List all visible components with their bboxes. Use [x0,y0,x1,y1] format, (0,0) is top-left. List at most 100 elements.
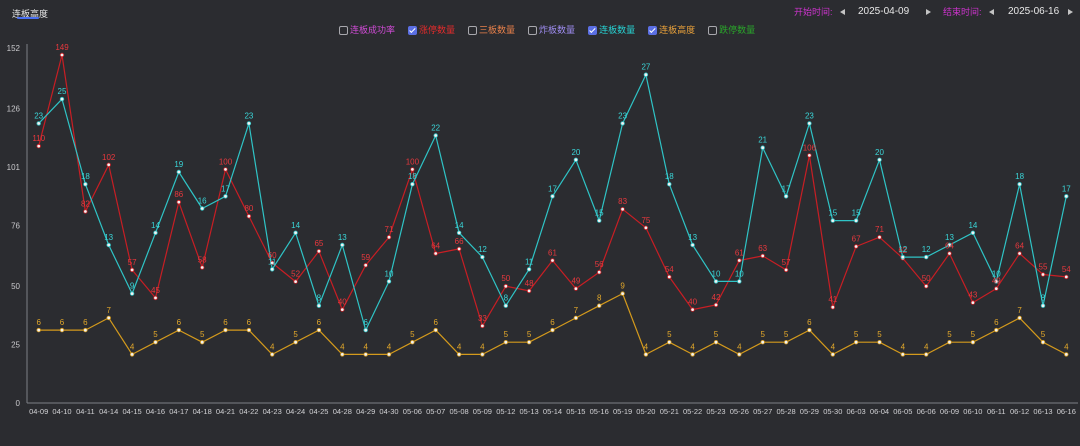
y-tick-label: 101 [7,163,21,172]
data-point [340,352,345,357]
data-label: 6 [807,318,812,327]
y-tick-label: 0 [16,399,21,408]
data-label: 5 [760,330,765,339]
data-label: 9 [130,282,135,291]
data-label: 40 [688,298,697,307]
data-point [690,307,695,312]
data-label: 14 [291,221,300,230]
data-point [900,254,905,260]
data-label: 7 [574,306,579,315]
x-tick-label: 06-05 [893,407,912,416]
data-label: 4 [130,342,135,351]
data-point [456,230,462,235]
data-point [667,274,672,280]
x-tick-label: 04-14 [99,407,118,416]
data-point [153,295,158,301]
data-point [363,327,368,333]
x-tick-label: 05-27 [753,407,772,416]
data-label: 5 [714,330,719,339]
x-tick-label: 06-16 [1057,407,1076,416]
data-point [690,352,695,357]
data-label: 71 [875,225,884,234]
data-point [386,234,392,240]
y-tick-label: 76 [11,222,20,231]
x-tick-label: 04-23 [263,407,282,416]
data-label: 4 [1064,342,1069,351]
data-point [550,258,555,263]
data-point [270,267,275,272]
data-point [36,143,41,149]
data-label: 8 [317,294,322,303]
data-label: 66 [455,237,464,246]
data-point [667,181,672,187]
data-label: 12 [478,245,487,254]
data-point [853,340,859,345]
data-point [433,133,438,138]
data-label: 71 [385,225,394,234]
data-point [783,194,789,199]
data-label: 18 [81,172,90,181]
data-point [667,340,672,345]
data-point [59,96,65,102]
data-point [994,327,999,333]
data-point [573,157,579,162]
data-label: 13 [338,233,347,242]
data-point [760,145,765,150]
x-tick-label: 04-09 [29,407,48,416]
data-point [853,218,859,223]
data-point [153,230,158,235]
data-label: 18 [408,172,417,181]
data-label: 82 [81,200,90,209]
data-point [597,303,602,308]
data-point [1064,194,1069,199]
series-lines [38,54,1067,355]
data-point [386,279,392,284]
data-label: 23 [805,111,814,120]
data-label: 17 [1062,184,1071,193]
data-point [223,194,228,199]
data-label: 8 [597,294,602,303]
data-label: 14 [151,221,160,230]
data-label: 5 [410,330,415,339]
data-point [480,323,485,329]
x-tick-label: 06-04 [870,407,889,416]
data-point [433,327,438,333]
data-label: 10 [992,269,1001,278]
data-label: 43 [968,291,977,300]
data-point [199,340,205,345]
data-label: 50 [501,274,510,283]
x-tick-label: 05-15 [566,407,585,416]
data-point [340,242,345,248]
data-label: 5 [293,330,298,339]
data-point [106,242,111,248]
data-point [830,305,835,310]
data-point [597,270,602,275]
data-label: 8 [1041,294,1046,303]
data-label: 6 [550,318,555,327]
x-tick-label: 05-07 [426,407,445,416]
x-tick-label: 04-29 [356,407,375,416]
data-label: 14 [968,221,977,230]
data-point [316,327,322,333]
data-point [293,340,298,345]
data-label: 56 [595,260,604,269]
data-label: 58 [198,256,207,265]
data-point [737,352,742,357]
data-label: 41 [828,295,837,304]
data-point [129,352,135,357]
data-label: 6 [247,318,252,327]
data-point [316,248,322,254]
data-point [386,352,392,357]
data-point [970,300,976,305]
data-label: 149 [55,43,69,52]
data-point [176,199,181,205]
data-label: 63 [758,244,767,253]
data-point [480,254,485,260]
x-tick-label: 06-03 [847,407,866,416]
data-label: 4 [340,342,345,351]
data-point [924,284,929,289]
data-point [1040,272,1046,277]
data-label: 61 [735,249,744,258]
data-point [293,230,298,235]
data-label: 18 [665,172,674,181]
